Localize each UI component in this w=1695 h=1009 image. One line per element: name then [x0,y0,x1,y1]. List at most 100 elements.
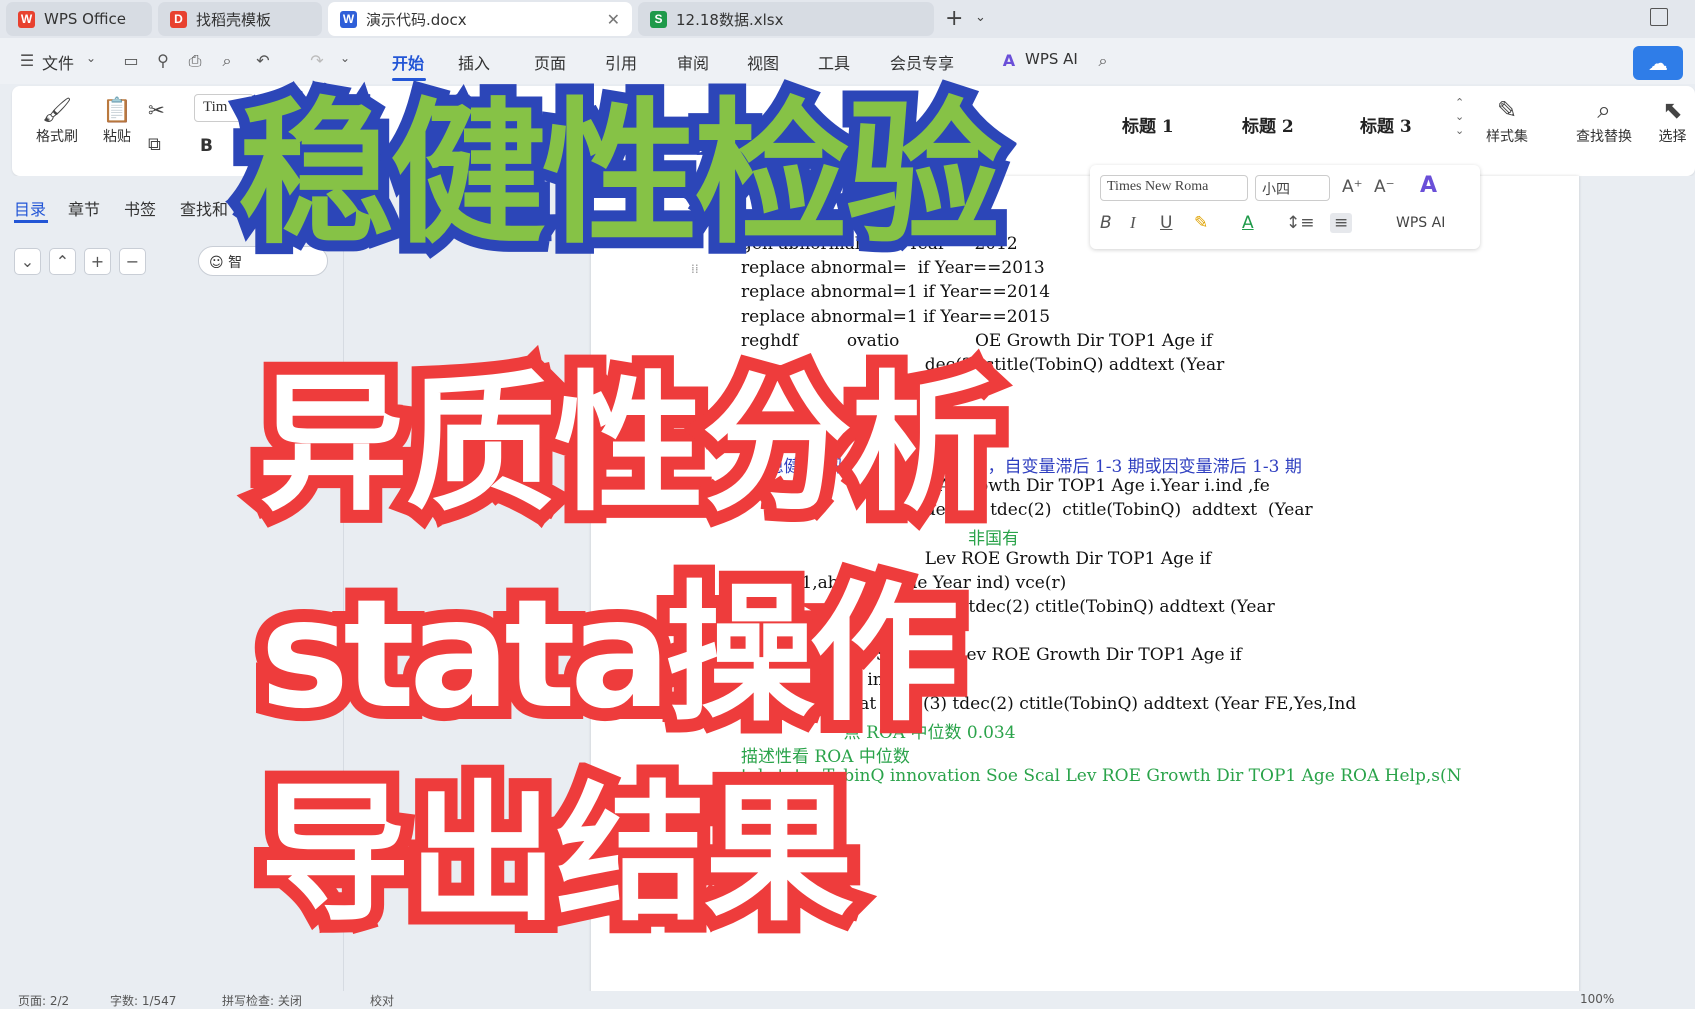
sheet-doc-icon: S [650,10,667,28]
menu-page[interactable]: 页面 [534,50,566,74]
menu-tools[interactable]: 工具 [818,50,850,74]
undo-icon[interactable]: ↶ [254,51,272,70]
style-heading-2[interactable]: 标题 2 [1242,112,1294,137]
paste-icon: 📋 [102,96,132,124]
restore-window-icon[interactable] [1650,8,1668,26]
spell-check-status[interactable]: 拼写检查: 关闭 [222,992,302,1009]
italic-icon[interactable]: I [1130,213,1136,233]
print-icon[interactable]: ⎙ [186,51,204,70]
overlay-title-export: 导出结果 [247,767,867,943]
wps-ai-icon[interactable]: A [1420,173,1437,198]
font-family-select[interactable]: Times New Roma [1100,175,1248,201]
menu-file[interactable]: 文件 [42,50,74,74]
add-icon[interactable]: + [84,248,111,275]
save-icon[interactable]: ▭ [122,51,140,70]
chevron-down-icon[interactable]: ⌄ [82,51,100,69]
redo-icon[interactable]: ↷ [308,51,326,70]
format-painter-label: 格式刷 [36,129,78,145]
code-line[interactable]: 描述性看 ROA 中位数 [741,742,910,767]
remove-icon[interactable]: − [119,248,146,275]
highlight-icon[interactable]: ✎ [1194,213,1208,233]
line-spacing-icon[interactable]: ↕≡ [1286,213,1315,233]
word-count[interactable]: 字数: 1/547 [110,992,176,1009]
select-button[interactable]: ⬉ 选择 [1650,94,1695,146]
menu-member[interactable]: 会员专享 [890,50,954,74]
style-set-button[interactable]: ✎ 样式集 [1472,94,1542,146]
overlay-title-heterogeneity: 异质性分析 [245,357,1013,533]
format-painter-button[interactable]: 🖌 格式刷 [32,94,82,146]
collapse-icon[interactable]: ⌄ [14,248,41,275]
format-painter-icon: 🖌 [41,96,73,124]
word-doc-icon: W [340,10,357,28]
chevron-down-icon[interactable]: ⌄ [336,51,354,69]
menu-insert[interactable]: 插入 [458,50,490,74]
wps-ai-button[interactable]: WPS AI [1396,215,1445,231]
font-toolbar-panel: Times New Roma 小四 A⁺ A⁻ A B I U ✎ A ↕≡ ≡… [1090,165,1480,249]
align-icon[interactable]: ≡ [1330,213,1353,233]
grow-font-icon[interactable]: A⁺ [1342,177,1363,197]
menu-home[interactable]: 开始 [392,50,424,74]
cloud-sync-icon[interactable]: ☁ [1633,46,1683,80]
tab-label: 12.18数据.xlsx [676,10,784,29]
bold-button[interactable]: B [200,136,213,156]
menu-wps-ai[interactable]: WPS AI [1025,50,1078,68]
menu-reference[interactable]: 引用 [605,50,637,74]
shrink-font-icon[interactable]: A⁻ [1374,177,1395,197]
tab-docx[interactable]: W 演示代码.docx ✕ [328,2,632,36]
copy-icon[interactable]: ⧉ [148,134,161,155]
active-tab-indicator [392,78,426,81]
underline-icon[interactable]: U [1160,213,1172,233]
font-size-select[interactable]: 小四 [1255,175,1330,201]
proofread-button[interactable]: 校对 [370,992,394,1009]
style-heading-1[interactable]: 标题 1 [1122,112,1174,137]
page-count[interactable]: 页面: 2/2 [18,992,69,1009]
new-tab-icon[interactable]: + [945,6,963,31]
style-set-icon: ✎ [1496,96,1518,124]
paste-label: 粘贴 [103,129,131,145]
code-line[interactable]: replace abnormal=1 if Year==2015 [741,307,1050,327]
tab-label: WPS Office [44,10,126,28]
tab-bar: W WPS Office D 找稻壳模板 W 演示代码.docx ✕ S 12.… [0,0,1695,38]
smart-icon: ☺ [209,255,224,271]
search-icon[interactable]: ⌕ [1094,51,1112,70]
tab-wps-office[interactable]: W WPS Office [6,2,152,36]
tab-label: 找稻壳模板 [196,10,272,29]
wps-ai-icon: A [1002,51,1016,70]
nav-tab-bookmark[interactable]: 书签 [124,196,156,220]
wps-logo-icon: W [18,10,35,28]
find-replace-button[interactable]: ⌕ 查找替换 [1564,94,1644,146]
search-icon: ⌕ [1597,96,1611,124]
docer-icon: D [170,10,187,28]
find-replace-label: 查找替换 [1576,129,1632,145]
paste-button[interactable]: 📋 粘贴 [92,94,142,146]
menu-view[interactable]: 视图 [747,50,779,74]
nav-tab-find[interactable]: 查找和 [180,196,228,220]
nav-tab-toc[interactable]: 目录 [14,196,46,220]
zoom-level[interactable]: 100% [1580,992,1614,1006]
menu-icon[interactable]: ☰ [18,51,36,70]
code-line[interactable]: reghdf ovatio OE Growth Dir TOP1 Age if [741,331,1212,351]
menu-bar: ☰ 文件 ⌄ ▭ ⚲ ⎙ ⌕ ↶ ↷ ⌄ 开始 插入 页面 引用 审阅 视图 工… [0,38,1695,84]
nav-active-indicator [14,220,48,223]
menu-review[interactable]: 审阅 [677,50,709,74]
tab-template[interactable]: D 找稻壳模板 [158,2,322,36]
expand-icon[interactable]: ⌃ [49,248,76,275]
print-preview-icon[interactable]: ⌕ [218,51,236,70]
tab-label: 演示代码.docx [366,10,467,29]
style-heading-3[interactable]: 标题 3 [1360,112,1412,137]
styles-scroll-icon[interactable]: ⌃ ⌄ ⌄ [1455,96,1464,138]
nav-tab-chapter[interactable]: 章节 [68,196,100,220]
overlay-title-stata: stata操作 [247,567,972,743]
tab-xlsx[interactable]: S 12.18数据.xlsx [638,2,934,36]
select-label: 选择 [1658,129,1687,145]
code-line[interactable]: replace abnormal=1 if Year==2014 [741,282,1050,302]
code-line[interactable]: Lev ROE Growth Dir TOP1 Age if [741,549,1211,569]
close-icon[interactable]: ✕ [607,10,620,29]
font-color-icon[interactable]: A [1242,213,1254,233]
pin-icon[interactable]: ⚲ [154,51,172,70]
bold-icon[interactable]: B [1100,213,1112,233]
cut-icon[interactable]: ✂ [148,98,165,122]
status-bar: 页面: 2/2 字数: 1/547 拼写检查: 关闭 校对 100% [0,991,1695,1009]
chevron-down-icon[interactable]: ⌄ [975,10,986,25]
overlay-title-robustness: 稳健性检验 [227,83,1013,265]
